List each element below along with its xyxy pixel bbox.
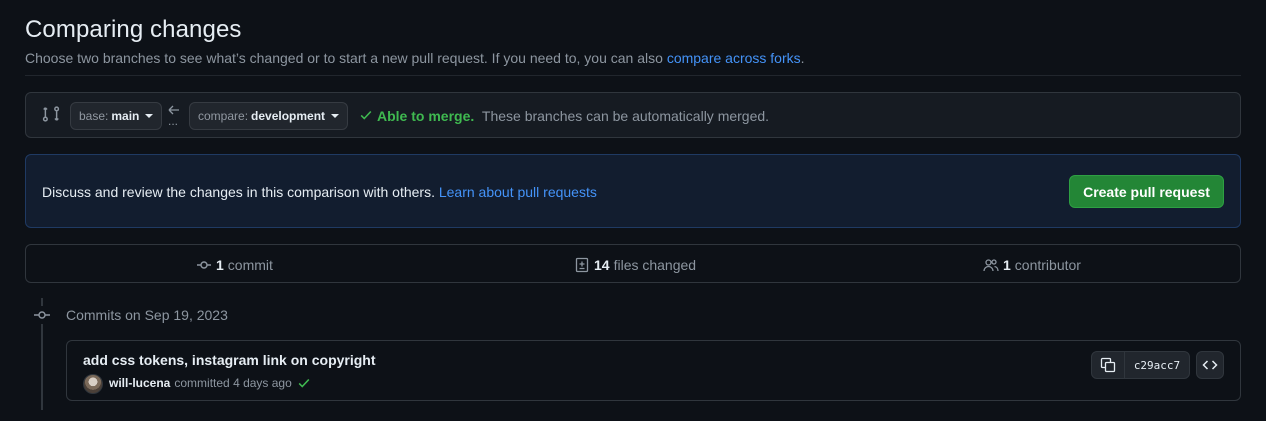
- flash-text: Discuss and review the changes in this c…: [42, 184, 435, 200]
- avatar[interactable]: [83, 374, 103, 394]
- page-subtitle: Choose two branches to see what’s change…: [25, 50, 805, 66]
- git-commit-icon: [197, 261, 211, 269]
- commit-time: 4 days ago: [233, 376, 292, 390]
- people-icon: [983, 259, 999, 272]
- contributors-label: contributor: [1014, 257, 1081, 273]
- commits-date-heading: Commits on Sep 19, 2023: [66, 307, 228, 323]
- files-count: 14: [594, 257, 610, 273]
- subtitle-text: Choose two branches to see what’s change…: [25, 50, 663, 66]
- base-branch-name: main: [111, 109, 140, 123]
- copy-sha-button[interactable]: [1092, 352, 1125, 378]
- base-prefix: base:: [79, 109, 109, 123]
- git-compare-icon: [42, 106, 60, 122]
- check-icon: [360, 110, 372, 120]
- copy-icon: [1100, 357, 1116, 373]
- contributors-count: 1: [1003, 257, 1011, 273]
- file-diff-icon: [575, 257, 589, 273]
- base-branch-select[interactable]: base: main: [70, 102, 163, 130]
- code-icon: [1202, 360, 1218, 370]
- page-title: Comparing changes: [25, 16, 242, 43]
- range-dots: ...: [168, 114, 179, 128]
- able-to-merge-label: Able to merge.: [377, 108, 475, 124]
- commits-count: 1: [216, 257, 224, 273]
- files-changed-tab[interactable]: 14 files changed: [574, 257, 696, 273]
- merge-status: Able to merge. These branches can be aut…: [377, 108, 769, 124]
- learn-pull-requests-link[interactable]: Learn about pull requests: [439, 184, 597, 200]
- merge-detail: These branches can be automatically merg…: [481, 108, 770, 124]
- compare-branch-select[interactable]: compare: development: [189, 102, 349, 130]
- commits-tab[interactable]: 1 commit: [196, 257, 273, 273]
- commit-sha-group: c29acc7: [1091, 351, 1190, 379]
- commit-author-link[interactable]: will-lucena: [109, 376, 170, 390]
- compare-branch-name: development: [251, 109, 326, 123]
- commit-meta: will-lucena committed 4 days ago: [109, 376, 311, 390]
- comparison-summary: 1 commit 14 files changed 1 contributor: [25, 244, 1241, 283]
- commit-message-link[interactable]: add css tokens, instagram link on copyri…: [83, 352, 376, 368]
- flash-message: Discuss and review the changes in this c…: [42, 184, 597, 200]
- subtitle-end: .: [800, 50, 805, 66]
- compare-page: Comparing changes Choose two branches to…: [0, 0, 1266, 421]
- files-label: files changed: [613, 257, 697, 273]
- branch-compare-bar: base: main ... compare: development Able…: [25, 92, 1241, 138]
- chevron-down-icon: [331, 114, 340, 118]
- pull-request-flash: Discuss and review the changes in this c…: [25, 154, 1241, 228]
- contributors-tab[interactable]: 1 contributor: [983, 257, 1081, 273]
- git-commit-icon: [33, 306, 51, 324]
- commit-item: add css tokens, instagram link on copyri…: [66, 340, 1241, 401]
- commit-sha-link[interactable]: c29acc7: [1125, 352, 1189, 378]
- commits-label: commit: [227, 257, 273, 273]
- chevron-down-icon: [145, 114, 154, 118]
- check-icon[interactable]: [297, 376, 311, 390]
- browse-repository-button[interactable]: [1196, 351, 1224, 379]
- compare-across-forks-link[interactable]: compare across forks: [667, 50, 801, 66]
- commit-action: committed: [174, 376, 230, 390]
- header-divider: [25, 75, 1241, 76]
- compare-prefix: compare:: [198, 109, 249, 123]
- create-pull-request-button[interactable]: Create pull request: [1069, 175, 1224, 208]
